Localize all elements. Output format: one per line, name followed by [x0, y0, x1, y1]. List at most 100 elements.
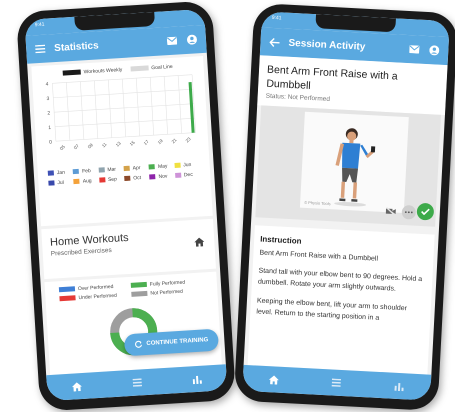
donut-legend-label: Fully Performed	[149, 279, 186, 288]
session-content: Bent Arm Front Raise with a Dumbbell Sta…	[244, 55, 448, 375]
month-legend-item: Jul	[48, 179, 74, 187]
workouts-chart-card: Workouts Weekly Goal Line 4 3 2 1 0 05 07 09 11 1…	[31, 56, 213, 227]
exercise-media: © Physio Tools	[255, 105, 441, 227]
workouts-bar-chart: 4321005 07 09 11 13 15 17 19 21 23	[45, 74, 196, 151]
month-swatch	[47, 170, 55, 176]
month-swatch	[48, 180, 55, 186]
y-tick-label: 2	[47, 110, 50, 116]
x-tick-label: 19	[157, 138, 164, 145]
month-swatch	[149, 174, 156, 180]
performance-card: Over Performed Fully Performed Under Perfo…	[44, 271, 226, 376]
month-label: Nov	[158, 173, 168, 180]
instruction-step-1: Stand tall with your elbow bent to 90 de…	[257, 267, 423, 294]
mark-done-check-icon[interactable]	[416, 203, 435, 221]
statistics-content: Workouts Weekly Goal Line 4 3 2 1 0 05 07 09 11 1…	[27, 53, 226, 376]
y-tick-label: 3	[46, 96, 49, 102]
month-label: Feb	[81, 168, 91, 175]
month-swatch	[124, 175, 131, 182]
video-off-icon[interactable]	[383, 204, 398, 219]
status-time: 9:41	[271, 14, 282, 22]
nav-home-icon[interactable]	[61, 375, 92, 397]
donut-legend-swatch	[131, 291, 148, 298]
y-tick-label: 1	[48, 125, 51, 131]
page-title: Session Activity	[288, 37, 366, 53]
month-legend: Jan Feb Mar Apr May Jun Jul Aug Sep Oct Nov Dec	[44, 161, 205, 187]
refresh-icon	[135, 340, 143, 348]
status-time: 9:41	[34, 21, 45, 29]
month-legend-item: Sep	[98, 176, 125, 184]
month-label: Apr	[132, 165, 141, 172]
month-legend-item: Jun	[174, 161, 200, 169]
month-legend-item: Jan	[47, 169, 74, 177]
session-screen: 9:41 Session Activity Bent Arm Front Rai…	[242, 11, 450, 401]
donut-legend-label: Over Performed	[77, 283, 114, 293]
month-swatch	[174, 162, 181, 169]
month-swatch	[148, 164, 156, 170]
donut-legend-swatch	[130, 282, 147, 289]
y-tick-label: 0	[49, 139, 52, 145]
nav-statistics-icon[interactable]	[181, 368, 212, 390]
nav-list-icon[interactable]	[121, 372, 152, 394]
month-swatch	[174, 172, 182, 179]
donut-legend-item: Not Performed	[131, 287, 203, 298]
workout-bar	[188, 82, 195, 133]
month-label: Dec	[183, 171, 193, 179]
back-arrow-icon[interactable]	[268, 36, 281, 49]
month-swatch	[72, 168, 80, 175]
more-options-icon[interactable]	[401, 205, 417, 220]
nav-home-icon[interactable]	[259, 369, 290, 391]
x-tick-label: 09	[87, 142, 94, 149]
month-label: Jul	[57, 179, 65, 187]
month-legend-item: Nov	[149, 173, 175, 181]
phone-session-activity: 9:41 Session Activity Bent Arm Front Rai…	[233, 2, 455, 412]
month-label: Jun	[183, 161, 192, 169]
month-label: Jan	[56, 169, 66, 177]
person-figure	[334, 128, 376, 207]
x-tick-label: 05	[59, 144, 66, 151]
month-legend-item: Dec	[174, 171, 201, 179]
exercise-photo[interactable]: © Physio Tools	[299, 112, 409, 214]
x-tick-label: 23	[185, 136, 192, 143]
instruction-card: Instruction Bent Arm Front Raise with a …	[246, 225, 435, 375]
donut-legend-label: Under Performed	[78, 292, 118, 302]
nav-list-icon[interactable]	[321, 372, 352, 394]
instruction-step-2: Keeping the elbow bent, lift your arm to…	[256, 297, 408, 322]
month-swatch	[73, 178, 80, 185]
statistics-screen: 9:41 Statistics Workouts Weekly Goal Lin…	[24, 8, 228, 402]
x-tick-label: 15	[129, 139, 136, 146]
x-tick-label: 07	[73, 143, 80, 150]
month-label: Oct	[133, 175, 142, 182]
donut-legend-item: Under Performed	[59, 292, 131, 302]
month-swatch	[123, 165, 130, 172]
donut-legend-label: Not Performed	[150, 288, 184, 297]
month-legend-item: Aug	[73, 178, 100, 186]
x-tick-label: 13	[115, 140, 122, 147]
phone-statistics: 9:41 Statistics Workouts Weekly Goal Lin…	[15, 0, 237, 412]
mail-icon[interactable]	[408, 43, 421, 56]
month-label: May	[157, 163, 168, 170]
account-icon[interactable]	[186, 33, 199, 46]
donut-legend-swatch	[59, 295, 76, 302]
month-swatch	[98, 177, 106, 183]
home-icon	[194, 233, 205, 252]
x-tick-label: 11	[101, 141, 108, 148]
month-legend-item: Mar	[98, 166, 124, 174]
continue-training-label: CONTINUE TRAINING	[146, 337, 209, 348]
month-label: Mar	[107, 166, 117, 174]
page-title: Statistics	[53, 39, 99, 54]
month-label: Sep	[107, 176, 118, 184]
month-label: Aug	[82, 178, 92, 185]
home-workouts-card[interactable]: Home Workouts Prescribed Exercises	[41, 218, 216, 280]
account-icon[interactable]	[428, 44, 441, 57]
x-tick-label: 21	[171, 137, 178, 144]
month-legend-item: May	[148, 163, 175, 171]
month-legend-item: Apr	[123, 165, 150, 173]
month-swatch	[98, 167, 105, 173]
month-legend-item: Oct	[124, 175, 150, 183]
mail-icon[interactable]	[166, 35, 179, 48]
month-legend-item: Feb	[72, 168, 99, 176]
x-tick-label: 17	[143, 139, 150, 146]
nav-statistics-icon[interactable]	[384, 375, 415, 397]
menu-icon[interactable]	[34, 43, 47, 56]
y-tick-label: 4	[45, 82, 48, 88]
